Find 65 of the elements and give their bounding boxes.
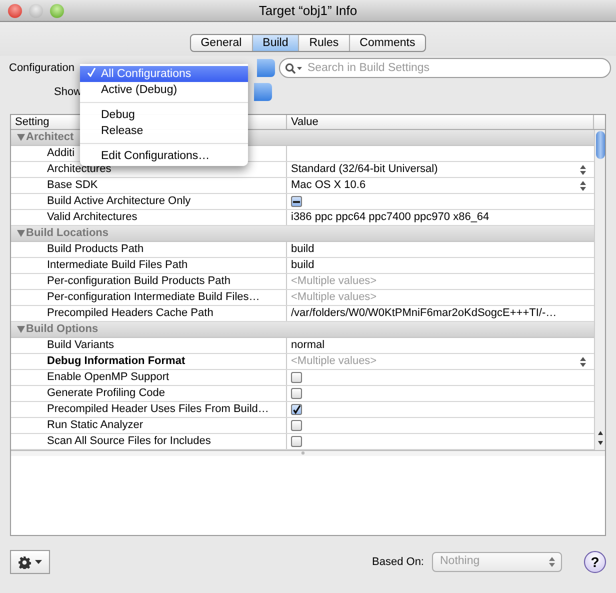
setting-value: Mac OS X 10.6 (291, 178, 366, 193)
setting-name: Valid Architectures (11, 210, 287, 225)
setting-value: Standard (32/64-bit Universal) (291, 162, 438, 177)
setting-name: Precompiled Headers Cache Path (11, 306, 287, 321)
setting-value: normal (291, 338, 325, 353)
setting-name: Generate Profiling Code (11, 386, 287, 401)
popup-button-edge[interactable] (254, 83, 272, 101)
menu-item[interactable]: Debug (80, 107, 248, 123)
section-title: Architect (26, 130, 74, 145)
caret-icon (35, 560, 42, 564)
setting-value: /var/folders/W0/W0KtPMniF6mar2oKdSogcE+++TI/-… (291, 306, 557, 321)
section-title: Build Options (26, 322, 98, 337)
gear-icon (18, 556, 31, 568)
checkbox[interactable] (291, 436, 302, 447)
setting-name: Build Variants (11, 338, 287, 353)
stepper-arrows-icon (549, 557, 555, 567)
checkbox[interactable] (291, 196, 302, 207)
configuration-label: Configuration (9, 60, 74, 76)
checkbox[interactable] (291, 420, 302, 431)
setting-value: build (291, 258, 314, 273)
checkbox[interactable] (291, 388, 302, 399)
tab[interactable]: Rules (298, 35, 349, 51)
setting-name: Intermediate Build Files Path (11, 258, 287, 273)
setting-name: Per-configuration Intermediate Build Files… (11, 290, 287, 305)
setting-value: <Multiple values> (291, 354, 377, 369)
search-icon (285, 63, 304, 74)
setting-name: Base SDK (11, 178, 287, 193)
tab[interactable]: Build (252, 35, 298, 51)
stepper-arrows-icon[interactable] (580, 164, 586, 174)
setting-value: i386 ppc ppc64 ppc7400 ppc970 x86_64 (291, 210, 490, 225)
setting-name: Scan All Source Files for Includes (11, 434, 287, 449)
column-header[interactable]: Value (287, 115, 594, 129)
stepper-arrows-icon[interactable] (580, 356, 586, 366)
scroll-bar[interactable] (594, 130, 605, 450)
checkbox[interactable] (291, 404, 302, 415)
show-label: Show (54, 84, 82, 100)
setting-name: Build Products Path (11, 242, 287, 257)
action-button[interactable] (10, 550, 50, 574)
tab[interactable]: General (190, 35, 252, 51)
help-button[interactable]: ? (584, 551, 606, 573)
setting-name: Build Active Architecture Only (11, 194, 287, 209)
tab[interactable]: Comments (348, 35, 426, 51)
based-on-label: Based On: (372, 554, 424, 570)
checkbox[interactable] (291, 372, 302, 383)
splitter-handle-icon[interactable] (301, 451, 305, 455)
setting-name: Precompiled Header Uses Files From Build… (11, 402, 287, 417)
scroll-thumb[interactable] (596, 131, 605, 159)
setting-name: Per-configuration Build Products Path (11, 274, 287, 289)
menu-item[interactable]: Active (Debug) (80, 82, 248, 98)
setting-name: Debug Information Format (11, 354, 287, 369)
setting-name: Enable OpenMP Support (11, 370, 287, 385)
setting-value: build (291, 242, 314, 257)
setting-name: Run Static Analyzer (11, 418, 287, 433)
section-title: Build Locations (26, 226, 108, 241)
search-field[interactable]: Search in Build Settings (279, 58, 612, 78)
menu-item[interactable]: Edit Configurations… (80, 148, 248, 164)
stepper-arrows-icon[interactable] (580, 180, 586, 190)
close-button[interactable] (8, 4, 22, 18)
menu-item[interactable]: All Configurations (80, 66, 248, 82)
setting-value: <Multiple values> (291, 290, 377, 305)
setting-value: <Multiple values> (291, 274, 377, 289)
dash-icon (293, 200, 300, 202)
popup-button-edge[interactable] (257, 59, 276, 77)
window-title: Target “obj1” Info (258, 2, 358, 20)
checkmark-icon (292, 404, 301, 414)
